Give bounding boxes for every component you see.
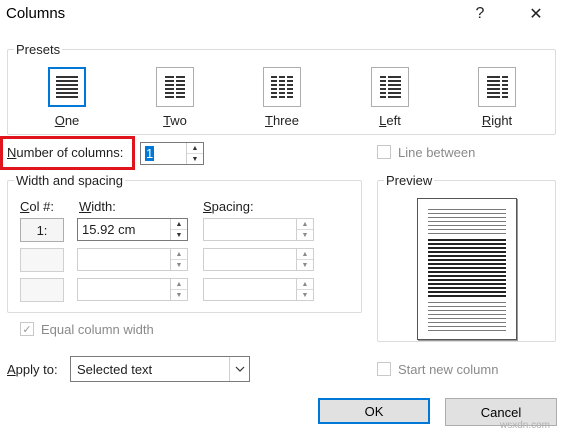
spin-up-icon[interactable]: ▲ xyxy=(187,143,203,153)
width-spinner-3[interactable]: ▲ ▼ xyxy=(77,278,188,301)
spin-up-icon[interactable]: ▲ xyxy=(297,249,313,259)
preset-right-button[interactable] xyxy=(478,67,516,107)
one-column-icon xyxy=(56,76,78,98)
preset-one-label: One xyxy=(54,113,80,128)
apply-to-value: Selected text xyxy=(77,362,153,377)
spin-down-icon[interactable]: ▼ xyxy=(187,153,203,164)
line-between-label: Line between xyxy=(398,145,476,160)
dialog-title: Columns xyxy=(6,5,66,22)
col-number-2 xyxy=(20,248,64,272)
col-number-3 xyxy=(20,278,64,302)
three-columns-icon xyxy=(271,76,293,98)
spacing-spinner-3[interactable]: ▲ ▼ xyxy=(203,278,314,301)
preset-three-button[interactable] xyxy=(263,67,301,107)
ok-button[interactable]: OK xyxy=(318,398,430,424)
preview-label: Preview xyxy=(384,173,435,188)
preview-text-lines-bottom xyxy=(428,302,506,334)
equal-column-width-label: Equal column width xyxy=(41,322,154,337)
spin-up-icon[interactable]: ▲ xyxy=(171,249,187,259)
highlight-box xyxy=(0,136,135,170)
start-new-column-label: Start new column xyxy=(398,362,499,377)
spin-down-icon[interactable]: ▼ xyxy=(171,229,187,240)
preset-right-label: Right xyxy=(481,113,513,128)
start-new-column-checkbox[interactable] xyxy=(377,362,391,376)
preset-two-label: Two xyxy=(163,113,187,128)
width-spinner-2[interactable]: ▲ ▼ xyxy=(77,248,188,271)
right-column-icon xyxy=(486,76,508,98)
spin-up-icon[interactable]: ▲ xyxy=(171,219,187,229)
width-spacing-label: Width and spacing xyxy=(14,173,125,188)
equal-column-width-checkbox[interactable]: ✓ xyxy=(20,322,34,336)
line-between-checkbox[interactable] xyxy=(377,145,391,159)
chevron-down-icon[interactable] xyxy=(229,357,249,381)
spin-down-icon[interactable]: ▼ xyxy=(171,289,187,300)
left-column-icon xyxy=(379,76,401,98)
close-button[interactable]: ✕ xyxy=(518,0,554,28)
two-columns-icon xyxy=(165,76,185,98)
spacing-spinner-2[interactable]: ▲ ▼ xyxy=(203,248,314,271)
preview-selected-block xyxy=(428,239,506,299)
spin-up-icon[interactable]: ▲ xyxy=(297,279,313,289)
apply-to-dropdown[interactable]: Selected text xyxy=(70,356,250,382)
preview-page xyxy=(417,198,517,340)
spacing-spinner-1[interactable]: ▲ ▼ xyxy=(203,218,314,241)
watermark: wsxdn.com xyxy=(500,420,551,431)
spacing-header: Spacing: xyxy=(203,199,254,214)
width-header: Width: xyxy=(79,199,116,214)
preview-text-lines-top xyxy=(428,209,506,237)
preset-two-button[interactable] xyxy=(156,67,194,107)
spin-down-icon[interactable]: ▼ xyxy=(297,229,313,240)
apply-to-label: Apply to: xyxy=(7,362,58,377)
width-spinner-1[interactable]: 15.92 cm ▲ ▼ xyxy=(77,218,188,241)
spin-up-icon[interactable]: ▲ xyxy=(297,219,313,229)
col-number-1: 1: xyxy=(20,218,64,242)
spin-up-icon[interactable]: ▲ xyxy=(171,279,187,289)
preset-left-button[interactable] xyxy=(371,67,409,107)
preset-one-button[interactable] xyxy=(48,67,86,107)
number-of-columns-value[interactable]: 1 xyxy=(145,146,155,161)
preset-three-label: Three xyxy=(265,113,299,128)
preset-left-label: Left xyxy=(379,113,401,128)
width-value-1[interactable]: 15.92 cm xyxy=(82,222,135,237)
spin-down-icon[interactable]: ▼ xyxy=(171,259,187,270)
number-of-columns-spinner[interactable]: 1 ▲ ▼ xyxy=(140,142,204,165)
spin-down-icon[interactable]: ▼ xyxy=(297,259,313,270)
spin-down-icon[interactable]: ▼ xyxy=(297,289,313,300)
col-number-header: Col #: xyxy=(20,199,54,214)
help-button[interactable]: ? xyxy=(462,0,498,28)
presets-label: Presets xyxy=(14,42,63,57)
checkmark-icon: ✓ xyxy=(22,323,32,336)
